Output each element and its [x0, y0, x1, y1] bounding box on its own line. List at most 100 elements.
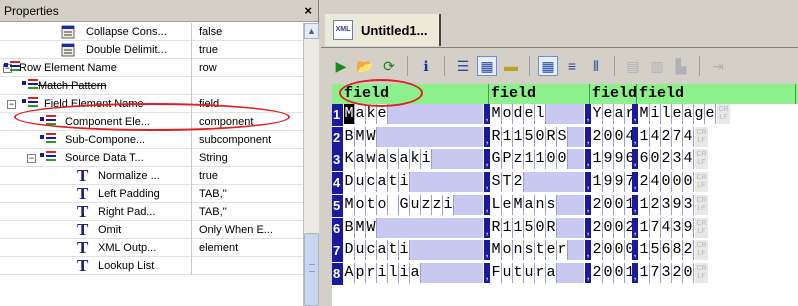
table-icon[interactable]: ▤ [623, 56, 643, 76]
grid-row[interactable]: 8 Ap r i l i a, Fu t u r a, 2 0 0 1, 1 7 3 2 0 CR LF [332, 262, 798, 285]
cell-char: s [388, 149, 399, 170]
grid-row[interactable]: 6 B M W, R 1 1 5 0 R, 2 0 0 2, 1 7 4 3 9 CR LF [332, 217, 798, 240]
grid-row[interactable]: 1 Ma k e, Mo d e l, Ye a r, Mi l e a g e CR LF [332, 104, 798, 126]
cell-char: 1 [502, 217, 513, 238]
cell-char: e [524, 104, 535, 124]
hex-icon[interactable]: ▦ [477, 56, 497, 76]
property-row[interactable]: T Normalize ... true [0, 167, 303, 185]
cell-characters: Year [592, 104, 636, 124]
cell-char: F [491, 262, 502, 283]
property-value[interactable]: TAB,'' [193, 185, 303, 203]
property-row[interactable]: T XML Outp... element [0, 239, 303, 257]
cell-characters: R1150RS [491, 126, 568, 147]
property-row[interactable]: − Source Data T... String [0, 149, 303, 167]
cell-char: 5 [650, 240, 661, 261]
cell-padding [377, 217, 483, 238]
toolbar-separator [444, 56, 445, 76]
property-value[interactable]: true [193, 167, 303, 185]
column-header[interactable]: field [590, 84, 637, 104]
cell-char: a [377, 240, 388, 261]
property-value[interactable] [193, 77, 303, 95]
bar-chart-icon[interactable]: ▙ [671, 56, 691, 76]
cell-char: 2 [661, 126, 672, 147]
property-value[interactable]: row [193, 59, 303, 77]
run-icon[interactable]: ▶ [331, 56, 351, 76]
property-value[interactable]: true [193, 41, 303, 59]
element-icon [4, 61, 20, 71]
property-row[interactable]: T Lookup List [0, 257, 303, 275]
property-row[interactable]: Match Pattern [0, 77, 303, 95]
property-value[interactable] [193, 257, 303, 275]
indent-icon[interactable]: ⇥ [708, 56, 728, 76]
scroll-up-icon[interactable]: ▲ [304, 23, 319, 39]
columns-icon[interactable]: ⦀ [586, 56, 606, 76]
property-value[interactable]: field [193, 95, 303, 113]
property-row[interactable]: T Left Padding TAB,'' [0, 185, 303, 203]
properties-scrollbar[interactable]: ▲ [303, 23, 319, 306]
cell-char: M [491, 104, 502, 124]
document-tab[interactable]: XML Untitled1... [325, 14, 442, 46]
property-value[interactable]: TAB,'' [193, 203, 303, 221]
grid-row[interactable]: 7 Du c a t i, Mo n s t e r, 2 0 0 0, 1 5 6 8 2 CR LF [332, 240, 798, 263]
cell-char: a [546, 262, 557, 283]
property-row[interactable]: Collapse Cons... false [0, 23, 303, 41]
property-value[interactable]: element [193, 239, 303, 257]
collapse-icon[interactable]: − [7, 100, 16, 109]
scroll-thumb[interactable] [304, 233, 319, 306]
property-row[interactable]: Component Ele... component [0, 113, 303, 131]
cell-char: t [388, 240, 399, 261]
cell-char: z [421, 194, 432, 215]
cell-char: 0 [661, 172, 672, 193]
cell-characters: 12393 [639, 194, 694, 215]
cell-char: o [502, 240, 513, 261]
cell-char: 3 [672, 217, 683, 238]
property-value[interactable]: component [193, 113, 303, 131]
property-value[interactable]: String [193, 149, 303, 167]
line-icon[interactable]: ▬ [501, 56, 521, 76]
grid-header: field field field field [332, 84, 798, 104]
list-icon[interactable]: ☰ [453, 56, 473, 76]
property-row[interactable]: − Row Element Name row [0, 59, 303, 77]
info-icon[interactable]: ℹ [416, 56, 436, 76]
property-row[interactable]: T Right Pad... TAB,'' [0, 203, 303, 221]
data-grid[interactable]: field field field field 1 Ma k e, Mo d e l, Ye a r, Mi l… [332, 84, 798, 306]
rows-icon[interactable]: ≡ [562, 56, 582, 76]
grid-row[interactable]: 4 Du c a t i, S T 2, 1 9 9 7, 2 4 0 0 0 CR LF [332, 172, 798, 195]
property-value[interactable]: false [193, 23, 303, 41]
grid-row[interactable]: 5Moto Gu z z i, Le Ma n s, 2 0 0 1, 1 2 3 9 3 CR LF [332, 194, 798, 217]
cell-char: 9 [683, 217, 694, 238]
cell-char: 0 [603, 126, 614, 147]
close-icon[interactable]: × [304, 3, 312, 18]
cell-char: M [344, 194, 355, 215]
cell-char: 1 [639, 194, 650, 215]
cell-char: 0 [614, 126, 625, 147]
column-header[interactable]: field [637, 84, 796, 104]
cell-char: 3 [683, 194, 694, 215]
cell-char: 1 [639, 262, 650, 283]
property-value[interactable]: Only When E... [193, 221, 303, 239]
grid-row[interactable]: 2 B M W, R 1 1 5 0 R S, 2 0 0 4, 1 4 2 7 4 CR LF [332, 126, 798, 149]
grid-layout-icon[interactable]: ▦ [538, 56, 558, 76]
column-header[interactable]: field [489, 84, 590, 104]
delimiter-marker: , [632, 217, 638, 238]
property-row[interactable]: Sub-Compone... subcomponent [0, 131, 303, 149]
cell-char: g [694, 104, 705, 124]
grid-row[interactable]: 3 Ka w a s a k i, G Pz 1 1 0 0, 1 9 9 6, 6 0 2 3 4 CR LF [332, 149, 798, 172]
open-icon[interactable]: 📂 [355, 56, 375, 76]
delimiter-marker: , [484, 126, 490, 147]
refresh-icon[interactable]: ⟳ [379, 56, 399, 76]
property-row[interactable]: Double Delimit... true [0, 41, 303, 59]
property-row[interactable]: − Field Element Name field [0, 95, 303, 113]
property-value[interactable]: subcomponent [193, 131, 303, 149]
property-row[interactable]: T Omit Only When E... [0, 221, 303, 239]
cell-characters: 17439 [639, 217, 694, 238]
cell-characters: 2004 [592, 126, 636, 147]
cell-char: a [355, 149, 366, 170]
property-name-cell: Double Delimit... [0, 41, 192, 59]
cell-char: 8 [672, 240, 683, 261]
property-label: Component Ele... [65, 116, 150, 128]
column-header[interactable]: field [342, 84, 489, 104]
column-chart-icon[interactable]: ▥ [647, 56, 667, 76]
collapse-icon[interactable]: − [27, 154, 36, 163]
cell-char: R [546, 126, 557, 147]
